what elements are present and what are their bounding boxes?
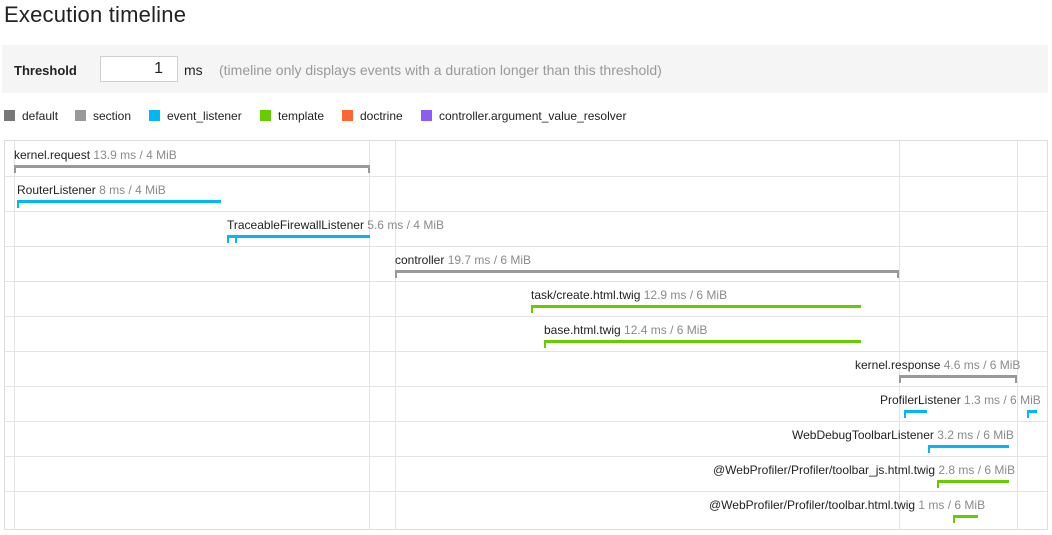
event-label[interactable]: controller 19.7 ms / 6 MiB bbox=[395, 253, 531, 267]
event-bar-tick bbox=[1027, 413, 1029, 418]
legend-swatch-event-listener bbox=[149, 110, 160, 121]
event-bar[interactable] bbox=[544, 340, 861, 343]
event-meta: 5.6 ms / 4 MiB bbox=[367, 218, 444, 232]
event-label[interactable]: @WebProfiler/Profiler/toolbar_js.html.tw… bbox=[713, 463, 1015, 477]
timeline-row: @WebProfiler/Profiler/toolbar.html.twig … bbox=[5, 491, 1047, 526]
timeline-row: task/create.html.twig 12.9 ms / 6 MiB bbox=[5, 281, 1047, 317]
event-meta: 2.8 ms / 6 MiB bbox=[938, 463, 1016, 477]
event-label[interactable]: kernel.response 4.6 ms / 6 MiB bbox=[855, 358, 1020, 372]
event-bar[interactable] bbox=[531, 305, 861, 308]
event-meta: 13.9 ms / 4 MiB bbox=[93, 148, 177, 162]
legend-label: section bbox=[93, 109, 132, 123]
event-bar[interactable] bbox=[14, 165, 370, 168]
timeline-row: RouterListener 8 ms / 4 MiB bbox=[5, 176, 1047, 212]
event-bar-tick bbox=[897, 273, 899, 278]
event-meta: 8 ms / 4 MiB bbox=[99, 183, 166, 197]
event-name: task/create.html.twig bbox=[531, 288, 641, 302]
event-name: @WebProfiler/Profiler/toolbar.html.twig bbox=[709, 498, 916, 512]
event-name: RouterListener bbox=[17, 183, 96, 197]
event-meta: 4.6 ms / 6 MiB bbox=[943, 358, 1021, 372]
event-label[interactable]: ProfilerListener 1.3 ms / 6 MiB bbox=[880, 393, 1041, 407]
timeline-row: controller 19.7 ms / 6 MiB bbox=[5, 246, 1047, 282]
legend-label: template bbox=[278, 109, 325, 123]
threshold-unit: ms bbox=[184, 62, 203, 78]
event-bar-tick bbox=[953, 518, 955, 523]
event-meta: 12.4 ms / 6 MiB bbox=[624, 323, 708, 337]
legend-swatch-template bbox=[260, 110, 271, 121]
event-bar-tick bbox=[17, 203, 19, 208]
event-bar[interactable] bbox=[17, 200, 221, 203]
legend-swatch-section bbox=[75, 110, 86, 121]
timeline-row: kernel.request 13.9 ms / 4 MiB bbox=[5, 141, 1047, 177]
event-meta: 12.9 ms / 6 MiB bbox=[643, 288, 728, 302]
threshold-panel: Threshold ms (timeline only displays eve… bbox=[2, 45, 1048, 93]
legend-label: doctrine bbox=[360, 109, 403, 123]
event-bar-tick bbox=[227, 238, 229, 243]
timeline-row: ProfilerListener 1.3 ms / 6 MiB bbox=[5, 386, 1047, 422]
event-bar-tick bbox=[904, 413, 906, 418]
legend-item-event-listener[interactable]: event_listener bbox=[149, 109, 242, 123]
event-bar-tick bbox=[531, 308, 533, 313]
event-bar-tick bbox=[1015, 378, 1017, 383]
event-name: kernel.request bbox=[14, 148, 91, 162]
threshold-input[interactable] bbox=[100, 56, 178, 82]
event-bar-tick bbox=[937, 483, 939, 488]
event-name: controller bbox=[395, 253, 445, 267]
event-bar-tick bbox=[235, 238, 237, 243]
legend-item-section[interactable]: section bbox=[75, 109, 131, 123]
legend-swatch-doctrine bbox=[342, 110, 353, 121]
event-label[interactable]: WebDebugToolbarListener 3.2 ms / 6 MiB bbox=[792, 428, 1014, 442]
event-label[interactable]: base.html.twig 12.4 ms / 6 MiB bbox=[544, 323, 707, 337]
page-title: Execution timeline bbox=[4, 2, 187, 27]
event-label[interactable]: kernel.request 13.9 ms / 4 MiB bbox=[14, 148, 177, 162]
event-bar-tick bbox=[14, 168, 16, 173]
event-name: ProfilerListener bbox=[880, 393, 961, 407]
event-bar-tick bbox=[368, 168, 370, 173]
legend-item-doctrine[interactable]: doctrine bbox=[342, 109, 403, 123]
event-name: kernel.response bbox=[855, 358, 941, 372]
timeline-row: base.html.twig 12.4 ms / 6 MiB bbox=[5, 316, 1047, 352]
event-meta: 1 ms / 6 MiB bbox=[918, 498, 986, 512]
event-bar[interactable] bbox=[227, 235, 370, 238]
threshold-help-text: (timeline only displays events with a du… bbox=[219, 62, 662, 78]
legend-item-default[interactable]: default bbox=[4, 109, 58, 123]
event-bar[interactable] bbox=[937, 480, 1009, 483]
timeline-row: TraceableFirewallListener 5.6 ms / 4 MiB bbox=[5, 211, 1047, 247]
timeline-chart: kernel.request 13.9 ms / 4 MiB RouterLis… bbox=[4, 140, 1048, 530]
event-bar-tick bbox=[395, 273, 397, 278]
event-name: @WebProfiler/Profiler/toolbar_js.html.tw… bbox=[713, 463, 936, 477]
event-name: WebDebugToolbarListener bbox=[792, 428, 934, 442]
event-label[interactable]: TraceableFirewallListener 5.6 ms / 4 MiB bbox=[227, 218, 444, 232]
event-bar[interactable] bbox=[904, 410, 927, 413]
legend-label: event_listener bbox=[167, 109, 242, 123]
event-meta: 19.7 ms / 6 MiB bbox=[447, 253, 532, 267]
legend-label: controller.argument_value_resolver bbox=[439, 109, 627, 123]
event-bar-tick bbox=[928, 448, 930, 453]
threshold-label: Threshold bbox=[14, 63, 77, 78]
legend-item-controller-argument-value-resolver[interactable]: controller.argument_value_resolver bbox=[421, 109, 626, 123]
legend-label: default bbox=[22, 109, 59, 123]
event-meta: 1.3 ms / 6 MiB bbox=[964, 393, 1041, 407]
timeline-row: @WebProfiler/Profiler/toolbar_js.html.tw… bbox=[5, 456, 1047, 492]
event-meta: 3.2 ms / 6 MiB bbox=[937, 428, 1014, 442]
legend-swatch-default bbox=[4, 110, 15, 121]
timeline-row: kernel.response 4.6 ms / 6 MiB bbox=[5, 351, 1047, 387]
legend-item-template[interactable]: template bbox=[260, 109, 324, 123]
event-bar-tick bbox=[899, 378, 901, 383]
event-label[interactable]: RouterListener 8 ms / 4 MiB bbox=[17, 183, 166, 197]
event-bar[interactable] bbox=[928, 445, 1009, 448]
event-label[interactable]: task/create.html.twig 12.9 ms / 6 MiB bbox=[531, 288, 727, 302]
event-bar[interactable] bbox=[899, 375, 1017, 378]
event-bar-tick bbox=[544, 343, 546, 348]
event-bar[interactable] bbox=[953, 515, 978, 518]
event-bar[interactable] bbox=[395, 270, 899, 273]
legend-swatch-controller-argument-value-resolver bbox=[421, 110, 432, 121]
event-label[interactable]: @WebProfiler/Profiler/toolbar.html.twig … bbox=[709, 498, 985, 512]
timeline-row: WebDebugToolbarListener 3.2 ms / 6 MiB bbox=[5, 421, 1047, 457]
event-name: base.html.twig bbox=[544, 323, 621, 337]
event-name: TraceableFirewallListener bbox=[227, 218, 364, 232]
